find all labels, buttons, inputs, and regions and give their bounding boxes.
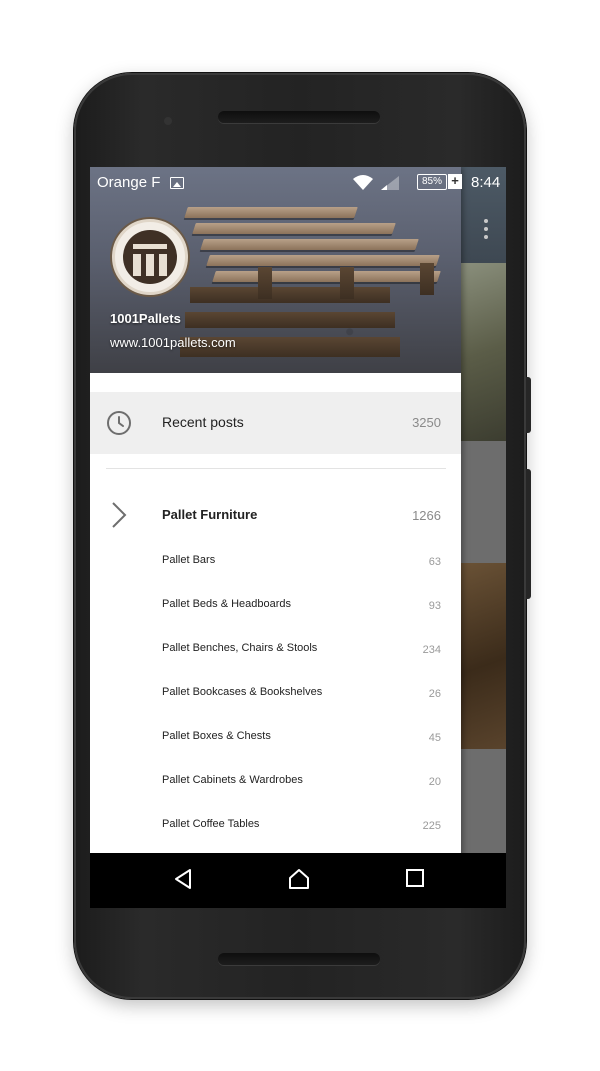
menu-category-pallet-furniture[interactable]: Pallet Furniture 1266 (90, 487, 461, 543)
subcategory-count: 234 (422, 644, 441, 656)
home-icon[interactable] (287, 867, 311, 891)
subcategory-item[interactable]: Pallet Boxes & Chests 45 (90, 719, 461, 763)
pallet-block (420, 263, 434, 295)
menu-divider (106, 468, 446, 469)
front-camera (164, 117, 172, 125)
recent-apps-icon[interactable] (404, 867, 426, 889)
clock-time: 8:44 (471, 174, 501, 191)
menu-item-count: 3250 (412, 415, 441, 430)
overflow-menu-icon[interactable] (484, 219, 488, 239)
pallet-board (192, 223, 396, 234)
pallet-board (184, 207, 358, 218)
subcategory-item[interactable]: Pallet Benches, Chairs & Stools 234 (90, 631, 461, 675)
pallet-stack (185, 312, 395, 328)
carrier-name: Orange F (97, 174, 161, 191)
pallet-stack (190, 287, 390, 303)
navigation-drawer: 1001Pallets www.1001pallets.com Recent p… (90, 167, 461, 908)
subcategory-item[interactable]: Pallet Beds & Headboards 93 (90, 587, 461, 631)
subcategory-count: 63 (428, 556, 441, 568)
clock-icon (107, 411, 131, 435)
top-speaker (218, 111, 380, 123)
site-url: www.1001pallets.com (110, 335, 236, 350)
subcategory-count: 26 (428, 688, 441, 700)
pallet-logo-icon (112, 219, 188, 295)
subcategory-count: 20 (428, 776, 441, 788)
background-post-image (460, 563, 506, 749)
screen: Orange F 85% + 8:44 1001Pallets www.1001… (90, 167, 506, 908)
pallet-board (200, 239, 419, 250)
subcategory-label: Pallet Coffee Tables (162, 818, 260, 830)
pallet-block (258, 267, 272, 299)
volume-button (526, 469, 531, 599)
site-title: 1001Pallets (110, 311, 181, 326)
subcategory-item[interactable]: Pallet Coffee Tables 225 (90, 807, 461, 851)
navigation-bar (90, 853, 506, 908)
power-button (526, 377, 531, 433)
subcategory-label: Pallet Benches, Chairs & Stools (162, 642, 318, 654)
drawer-header: 1001Pallets www.1001pallets.com (90, 167, 461, 373)
chevron-right-icon[interactable] (110, 501, 128, 529)
menu-item-label: Recent posts (162, 414, 244, 430)
menu-item-recent-posts[interactable]: Recent posts 3250 (90, 392, 461, 454)
subcategory-count: 225 (422, 820, 441, 832)
subcategory-label: Pallet Cabinets & Wardrobes (162, 774, 303, 786)
subcategory-item[interactable]: Pallet Bars 63 (90, 543, 461, 587)
category-label: Pallet Furniture (162, 507, 258, 522)
subcategory-count: 93 (428, 600, 441, 612)
pallet-block (340, 267, 354, 299)
image-notification-icon (170, 177, 184, 189)
category-count: 1266 (412, 508, 441, 523)
battery-icon: 85% (417, 174, 447, 190)
subcategory-item[interactable]: Pallet Cabinets & Wardrobes 20 (90, 763, 461, 807)
subcategory-label: Pallet Boxes & Chests (162, 730, 271, 742)
background-post-image (460, 263, 506, 441)
subcategory-item[interactable]: Pallet Bookcases & Bookshelves 26 (90, 675, 461, 719)
subcategory-count: 45 (428, 732, 441, 744)
wifi-icon (353, 175, 373, 190)
subcategory-label: Pallet Bars (162, 554, 216, 566)
status-bar: Orange F 85% + 8:44 (90, 167, 506, 197)
signal-icon (381, 176, 399, 190)
subcategory-label: Pallet Bookcases & Bookshelves (162, 686, 323, 698)
pallet-board (206, 255, 440, 266)
charging-icon: + (448, 174, 462, 189)
stage: Orange F 85% + 8:44 1001Pallets www.1001… (0, 0, 600, 1071)
back-triangle-icon[interactable] (172, 867, 194, 891)
bottom-speaker (218, 953, 380, 965)
subcategory-label: Pallet Beds & Headboards (162, 598, 292, 610)
pallet-board (212, 271, 441, 282)
